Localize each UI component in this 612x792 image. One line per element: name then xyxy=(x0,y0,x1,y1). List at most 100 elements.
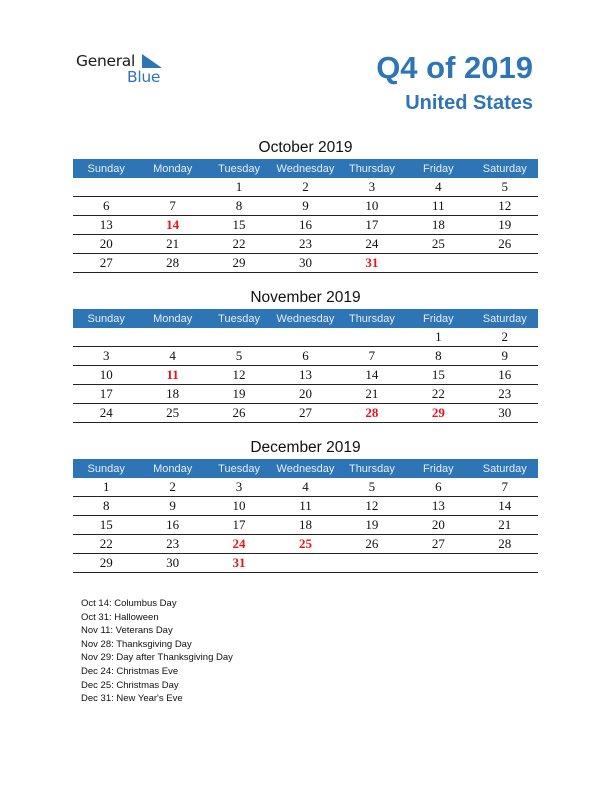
calendar-table: Sunday Monday Tuesday Wednesday Thursday Frid… xyxy=(73,159,538,273)
date-cell: 17 xyxy=(205,515,273,535)
date-cell: 14 xyxy=(338,365,406,385)
weekday-header: Friday xyxy=(405,309,472,328)
week-row: 1234567 xyxy=(73,478,538,497)
month-title: December 2019 xyxy=(250,439,361,456)
holiday-list-item: Dec 31: New Year's Eve xyxy=(81,693,183,705)
date-cell: 5 xyxy=(205,346,273,366)
date-cell: 2 xyxy=(139,478,206,497)
date-cell: 25 xyxy=(139,403,206,423)
logo-triangle-icon xyxy=(142,54,162,68)
holiday-list: Oct 14: Columbus Day Oct 31: Halloween Nov… xyxy=(81,597,233,706)
date-cell: 26 xyxy=(471,234,538,254)
week-row: 12345 xyxy=(73,178,538,197)
date-cell: 30 xyxy=(139,553,206,573)
holiday-date-cell: 28 xyxy=(338,403,406,423)
date-cell: 19 xyxy=(205,384,273,404)
date-cell: 11 xyxy=(405,196,472,216)
date-cell: 26 xyxy=(205,403,273,423)
date-cell: 7 xyxy=(338,346,406,366)
date-cell: 7 xyxy=(139,196,206,216)
week-row: 6 7 8 9 10 11 12 xyxy=(73,196,538,216)
weekday-header: Wednesday xyxy=(272,459,339,478)
weekday-header: Monday xyxy=(139,459,206,478)
date-cell: 12 xyxy=(338,496,406,516)
empty-cell xyxy=(405,553,472,573)
date-cell: 19 xyxy=(471,215,538,235)
date-cell: 13 xyxy=(73,215,140,235)
holiday-list-item: Dec 24: Christmas Eve xyxy=(81,665,179,677)
date-cell: 10 xyxy=(338,196,406,216)
week-row: 17 18 19 20 21 22 23 xyxy=(73,384,538,404)
date-cell: 14 xyxy=(471,496,538,516)
date-cell: 22 xyxy=(405,384,472,404)
holiday-list-item: Nov 11: Veterans Day xyxy=(81,625,173,637)
holiday-list-item: Nov 29: Day after Thanksgiving Day xyxy=(81,652,233,664)
date-cell: 22 xyxy=(73,534,140,554)
date-cell: 4 xyxy=(139,346,206,366)
month-title: November 2019 xyxy=(250,289,361,306)
weekday-header: Sunday xyxy=(73,459,140,478)
logo: General Blue xyxy=(76,52,176,88)
holiday-list-item: Dec 25: Christmas Day xyxy=(81,679,179,691)
date-cell: 21 xyxy=(139,234,206,254)
weekday-header: Sunday xyxy=(73,309,140,328)
date-cell: 1 xyxy=(405,328,472,347)
date-cell: 15 xyxy=(205,215,273,235)
empty-cell xyxy=(73,328,140,347)
week-row: 24 25 26 27 28 29 30 xyxy=(73,403,538,423)
weekday-header: Monday xyxy=(139,309,206,328)
weekday-header: Saturday xyxy=(471,459,538,478)
date-cell: 20 xyxy=(272,384,339,404)
weekday-header-row: Sunday Monday Tuesday Wednesday Thursday Frid… xyxy=(73,159,538,178)
holiday-list-item: Nov 28: Thanksgiving Day xyxy=(81,638,192,650)
weekday-header: Saturday xyxy=(471,309,538,328)
weekday-header: Wednesday xyxy=(272,159,339,178)
weekday-header: Thursday xyxy=(338,159,406,178)
date-cell: 16 xyxy=(471,365,538,385)
date-cell: 4 xyxy=(405,178,472,197)
date-cell: 30 xyxy=(272,253,339,273)
week-row: 8 9 10 11 12 13 14 xyxy=(73,496,538,516)
date-cell: 13 xyxy=(272,365,339,385)
date-cell: 27 xyxy=(73,253,140,273)
date-cell: 23 xyxy=(139,534,206,554)
date-cell: 17 xyxy=(73,384,140,404)
weekday-header: Tuesday xyxy=(205,459,273,478)
week-row: 10 11 12 13 14 15 16 xyxy=(73,365,538,385)
date-cell: 3 xyxy=(205,478,273,497)
date-cell: 4 xyxy=(272,478,339,497)
date-cell: 28 xyxy=(471,534,538,554)
date-cell: 17 xyxy=(338,215,406,235)
month-november: November 2019 Sunday Monday Tuesday Wednesda… xyxy=(73,287,538,423)
date-cell: 10 xyxy=(73,365,140,385)
date-cell: 13 xyxy=(405,496,472,516)
date-cell: 5 xyxy=(338,478,406,497)
date-cell: 27 xyxy=(405,534,472,554)
date-cell: 18 xyxy=(405,215,472,235)
holiday-list-item: Oct 14: Columbus Day xyxy=(81,598,177,609)
empty-cell xyxy=(471,253,538,273)
date-cell: 1 xyxy=(205,178,273,197)
date-cell: 8 xyxy=(405,346,472,366)
weekday-header: Friday xyxy=(405,459,472,478)
month-december: December 2019 Sunday Monday Tuesday Wednesda… xyxy=(73,437,538,573)
empty-cell xyxy=(272,328,339,347)
date-cell: 23 xyxy=(272,234,339,254)
date-cell: 21 xyxy=(338,384,406,404)
week-row: 3456789 xyxy=(73,346,538,366)
weekday-header: Thursday xyxy=(338,459,406,478)
date-cell: 5 xyxy=(471,178,538,197)
weekday-header: Thursday xyxy=(338,309,406,328)
date-cell: 15 xyxy=(73,515,140,535)
date-cell: 24 xyxy=(338,234,406,254)
date-cell: 12 xyxy=(205,365,273,385)
date-cell: 29 xyxy=(73,553,140,573)
empty-cell xyxy=(405,253,472,273)
holiday-date-cell: 24 xyxy=(205,534,273,554)
date-cell: 8 xyxy=(205,196,273,216)
holiday-date-cell: 31 xyxy=(338,253,406,273)
holiday-date-cell: 25 xyxy=(272,534,339,554)
page-title: Q4 of 2019 xyxy=(376,50,533,85)
empty-cell xyxy=(272,553,339,573)
date-cell: 2 xyxy=(471,328,538,347)
